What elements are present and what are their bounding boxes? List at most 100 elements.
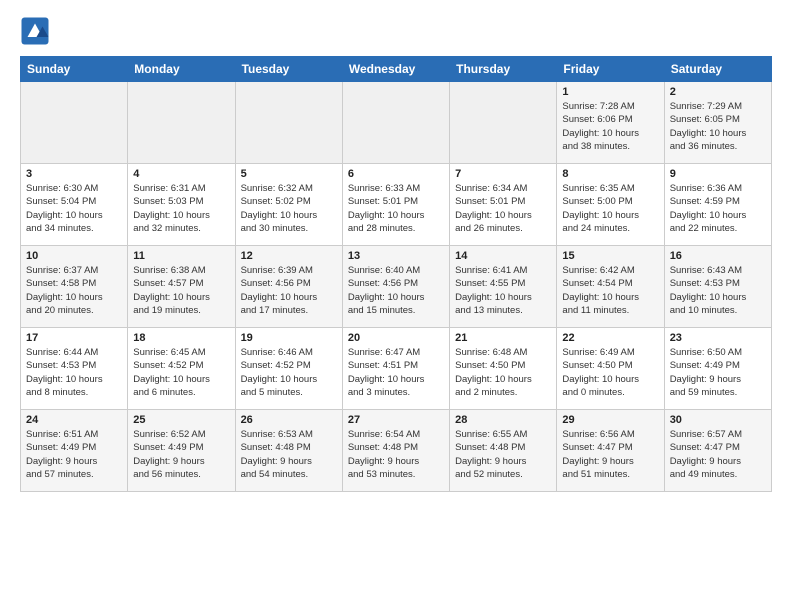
weekday-header-monday: Monday (128, 57, 235, 82)
week-row-4: 24 Sunrise: 6:51 AM Sunset: 4:49 PM Dayli… (21, 410, 772, 492)
cell-info: Sunrise: 6:46 AM Sunset: 4:52 PM Dayligh… (241, 346, 337, 399)
day-number: 6 (348, 168, 444, 180)
calendar-cell: 21 Sunrise: 6:48 AM Sunset: 4:50 PM Dayli… (450, 328, 557, 410)
cell-info: Sunrise: 6:42 AM Sunset: 4:54 PM Dayligh… (562, 264, 658, 317)
day-number: 21 (455, 332, 551, 344)
day-number: 1 (562, 86, 658, 98)
day-number: 13 (348, 250, 444, 262)
day-number: 18 (133, 332, 229, 344)
week-row-1: 3Sunrise: 6:30 AM Sunset: 5:04 PM Daylig… (21, 164, 772, 246)
calendar-cell: 20 Sunrise: 6:47 AM Sunset: 4:51 PM Dayli… (342, 328, 449, 410)
week-row-3: 17 Sunrise: 6:44 AM Sunset: 4:53 PM Dayli… (21, 328, 772, 410)
calendar-cell: 8 Sunrise: 6:35 AM Sunset: 5:00 PM Daylig… (557, 164, 664, 246)
calendar-cell: 4Sunrise: 6:31 AM Sunset: 5:03 PM Daylig… (128, 164, 235, 246)
calendar-cell: 6Sunrise: 6:33 AM Sunset: 5:01 PM Daylig… (342, 164, 449, 246)
cell-info: Sunrise: 6:49 AM Sunset: 4:50 PM Dayligh… (562, 346, 658, 399)
day-number: 15 (562, 250, 658, 262)
day-number: 5 (241, 168, 337, 180)
weekday-header-friday: Friday (557, 57, 664, 82)
day-number: 11 (133, 250, 229, 262)
calendar-cell: 14 Sunrise: 6:41 AM Sunset: 4:55 PM Dayli… (450, 246, 557, 328)
day-number: 28 (455, 414, 551, 426)
header (20, 16, 772, 46)
day-number: 29 (562, 414, 658, 426)
calendar-cell (235, 82, 342, 164)
day-number: 10 (26, 250, 122, 262)
calendar: SundayMondayTuesdayWednesdayThursdayFrid… (20, 56, 772, 492)
calendar-cell: 25 Sunrise: 6:52 AM Sunset: 4:49 PM Dayli… (128, 410, 235, 492)
cell-info: Sunrise: 6:48 AM Sunset: 4:50 PM Dayligh… (455, 346, 551, 399)
day-number: 14 (455, 250, 551, 262)
cell-info: Sunrise: 6:39 AM Sunset: 4:56 PM Dayligh… (241, 264, 337, 317)
calendar-cell: 12Sunrise: 6:39 AM Sunset: 4:56 PM Dayli… (235, 246, 342, 328)
calendar-cell (342, 82, 449, 164)
calendar-cell: 16Sunrise: 6:43 AM Sunset: 4:53 PM Dayli… (664, 246, 771, 328)
day-number: 22 (562, 332, 658, 344)
day-number: 4 (133, 168, 229, 180)
day-number: 25 (133, 414, 229, 426)
calendar-cell: 18Sunrise: 6:45 AM Sunset: 4:52 PM Dayli… (128, 328, 235, 410)
day-number: 26 (241, 414, 337, 426)
cell-info: Sunrise: 6:54 AM Sunset: 4:48 PM Dayligh… (348, 428, 444, 481)
calendar-cell: 10 Sunrise: 6:37 AM Sunset: 4:58 PM Dayli… (21, 246, 128, 328)
cell-info: Sunrise: 6:43 AM Sunset: 4:53 PM Dayligh… (670, 264, 766, 317)
week-row-2: 10 Sunrise: 6:37 AM Sunset: 4:58 PM Dayli… (21, 246, 772, 328)
weekday-header-thursday: Thursday (450, 57, 557, 82)
weekday-header-tuesday: Tuesday (235, 57, 342, 82)
cell-info: Sunrise: 6:56 AM Sunset: 4:47 PM Dayligh… (562, 428, 658, 481)
weekday-header-wednesday: Wednesday (342, 57, 449, 82)
calendar-cell: 29 Sunrise: 6:56 AM Sunset: 4:47 PM Dayli… (557, 410, 664, 492)
calendar-cell: 5 Sunrise: 6:32 AM Sunset: 5:02 PM Daylig… (235, 164, 342, 246)
cell-info: Sunrise: 6:50 AM Sunset: 4:49 PM Dayligh… (670, 346, 766, 399)
cell-info: Sunrise: 6:53 AM Sunset: 4:48 PM Dayligh… (241, 428, 337, 481)
cell-info: Sunrise: 6:38 AM Sunset: 4:57 PM Dayligh… (133, 264, 229, 317)
calendar-cell: 23 Sunrise: 6:50 AM Sunset: 4:49 PM Dayli… (664, 328, 771, 410)
cell-info: Sunrise: 6:51 AM Sunset: 4:49 PM Dayligh… (26, 428, 122, 481)
cell-info: Sunrise: 6:40 AM Sunset: 4:56 PM Dayligh… (348, 264, 444, 317)
calendar-cell: 13 Sunrise: 6:40 AM Sunset: 4:56 PM Dayli… (342, 246, 449, 328)
calendar-cell: 19 Sunrise: 6:46 AM Sunset: 4:52 PM Dayli… (235, 328, 342, 410)
calendar-cell: 11 Sunrise: 6:38 AM Sunset: 4:57 PM Dayli… (128, 246, 235, 328)
weekday-header-row: SundayMondayTuesdayWednesdayThursdayFrid… (21, 57, 772, 82)
calendar-cell: 3Sunrise: 6:30 AM Sunset: 5:04 PM Daylig… (21, 164, 128, 246)
cell-info: Sunrise: 6:47 AM Sunset: 4:51 PM Dayligh… (348, 346, 444, 399)
calendar-cell (128, 82, 235, 164)
cell-info: Sunrise: 6:44 AM Sunset: 4:53 PM Dayligh… (26, 346, 122, 399)
calendar-cell: 26 Sunrise: 6:53 AM Sunset: 4:48 PM Dayli… (235, 410, 342, 492)
calendar-cell: 9Sunrise: 6:36 AM Sunset: 4:59 PM Daylig… (664, 164, 771, 246)
calendar-cell: 17 Sunrise: 6:44 AM Sunset: 4:53 PM Dayli… (21, 328, 128, 410)
cell-info: Sunrise: 6:57 AM Sunset: 4:47 PM Dayligh… (670, 428, 766, 481)
calendar-cell (450, 82, 557, 164)
cell-info: Sunrise: 6:30 AM Sunset: 5:04 PM Dayligh… (26, 182, 122, 235)
logo-icon (20, 16, 50, 46)
calendar-cell: 22 Sunrise: 6:49 AM Sunset: 4:50 PM Dayli… (557, 328, 664, 410)
day-number: 19 (241, 332, 337, 344)
cell-info: Sunrise: 6:36 AM Sunset: 4:59 PM Dayligh… (670, 182, 766, 235)
week-row-0: 1Sunrise: 7:28 AM Sunset: 6:06 PM Daylig… (21, 82, 772, 164)
cell-info: Sunrise: 6:35 AM Sunset: 5:00 PM Dayligh… (562, 182, 658, 235)
day-number: 27 (348, 414, 444, 426)
cell-info: Sunrise: 6:55 AM Sunset: 4:48 PM Dayligh… (455, 428, 551, 481)
cell-info: Sunrise: 6:52 AM Sunset: 4:49 PM Dayligh… (133, 428, 229, 481)
calendar-cell: 2 Sunrise: 7:29 AM Sunset: 6:05 PM Daylig… (664, 82, 771, 164)
calendar-cell: 1Sunrise: 7:28 AM Sunset: 6:06 PM Daylig… (557, 82, 664, 164)
cell-info: Sunrise: 6:41 AM Sunset: 4:55 PM Dayligh… (455, 264, 551, 317)
calendar-cell: 30Sunrise: 6:57 AM Sunset: 4:47 PM Dayli… (664, 410, 771, 492)
calendar-cell: 15 Sunrise: 6:42 AM Sunset: 4:54 PM Dayli… (557, 246, 664, 328)
day-number: 7 (455, 168, 551, 180)
cell-info: Sunrise: 6:34 AM Sunset: 5:01 PM Dayligh… (455, 182, 551, 235)
cell-info: Sunrise: 6:32 AM Sunset: 5:02 PM Dayligh… (241, 182, 337, 235)
calendar-cell (21, 82, 128, 164)
cell-info: Sunrise: 7:29 AM Sunset: 6:05 PM Dayligh… (670, 100, 766, 153)
day-number: 24 (26, 414, 122, 426)
calendar-cell: 24 Sunrise: 6:51 AM Sunset: 4:49 PM Dayli… (21, 410, 128, 492)
day-number: 17 (26, 332, 122, 344)
weekday-header-sunday: Sunday (21, 57, 128, 82)
day-number: 20 (348, 332, 444, 344)
day-number: 2 (670, 86, 766, 98)
cell-info: Sunrise: 6:37 AM Sunset: 4:58 PM Dayligh… (26, 264, 122, 317)
logo (20, 16, 54, 46)
day-number: 23 (670, 332, 766, 344)
weekday-header-saturday: Saturday (664, 57, 771, 82)
day-number: 8 (562, 168, 658, 180)
